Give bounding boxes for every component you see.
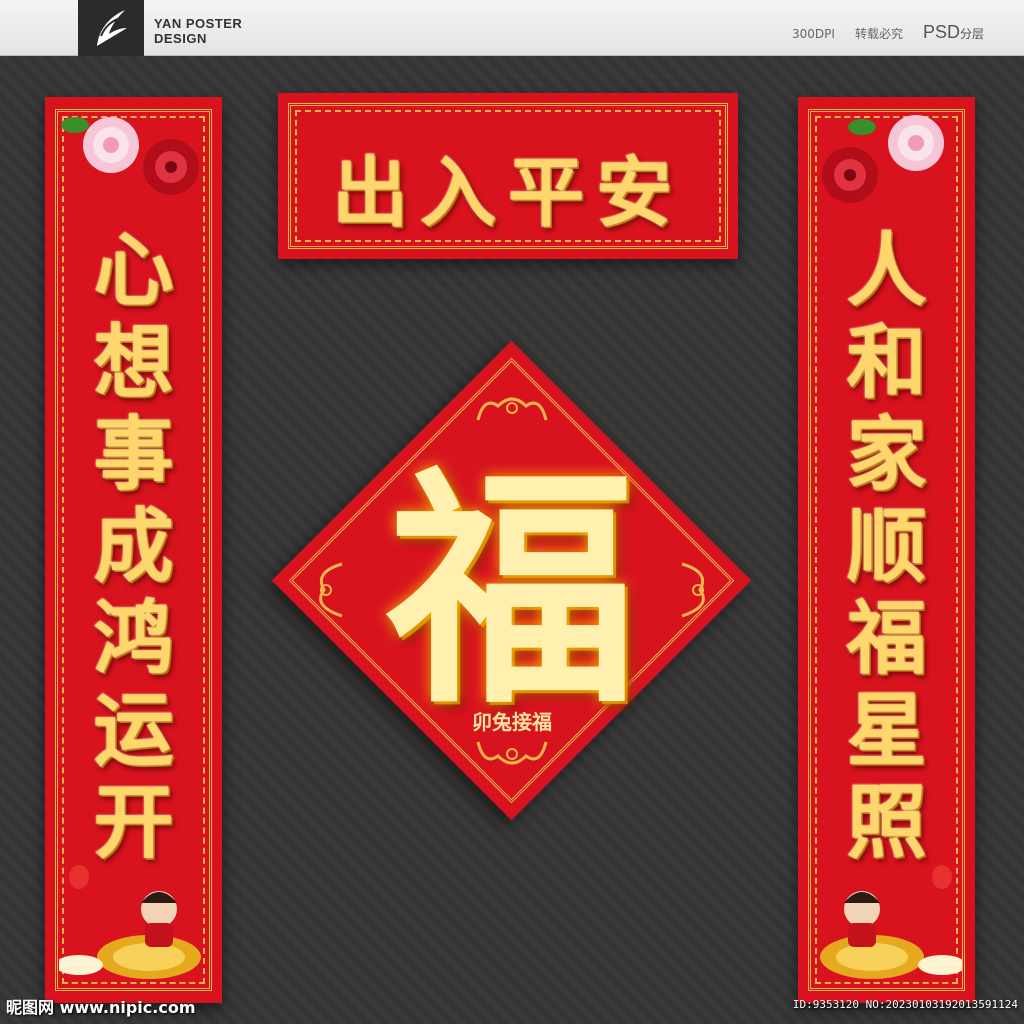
site-watermark: 昵图网 www.nipic.com [6, 998, 196, 1017]
right-couplet-text: 人 和 家 顺 福 星 照 [798, 227, 975, 866]
id-watermark: ID:9353120 NO:20230103192013591124 [792, 998, 1018, 1011]
child-on-carp-icon [59, 865, 201, 979]
cloud-ornament-icon [319, 562, 343, 618]
file-info: 300DPI 转载必究 PSD分层 [792, 22, 984, 43]
seal-text: 卯兔接福 [472, 710, 552, 734]
couplet-char: 家 [846, 407, 927, 501]
copyright-notice: 转载必究 [854, 27, 903, 41]
couplet-char: 开 [93, 775, 174, 869]
fu-character: 福 [387, 443, 637, 737]
brand-name-line1: YAN POSTER [154, 16, 243, 31]
cloud-ornament-icon [476, 741, 548, 765]
cloud-ornament-icon [476, 397, 548, 421]
couplet-char: 人 [846, 223, 927, 317]
peony-flower-icon [61, 117, 199, 195]
couplet-char: 运 [93, 683, 174, 777]
left-couplet: 心 想 事 成 鸿 运 开 [45, 97, 222, 1003]
right-couplet: 人 和 家 顺 福 星 照 [798, 97, 975, 1003]
couplet-char: 心 [93, 223, 174, 317]
horizontal-banner: 出入平安 [278, 93, 738, 259]
couplet-char: 星 [846, 683, 927, 777]
left-couplet-text: 心 想 事 成 鸿 运 开 [45, 227, 222, 866]
couplet-char: 和 [846, 315, 927, 409]
child-on-carp-icon [820, 865, 962, 979]
top-bar: YAN POSTER DESIGN 300DPI 转载必究 PSD分层 [0, 0, 1024, 56]
brand-name-line2: DESIGN [154, 31, 207, 46]
couplet-char: 事 [93, 407, 174, 501]
couplet-char: 想 [93, 315, 174, 409]
couplet-char: 鸿 [93, 591, 174, 685]
couplet-char: 照 [846, 775, 927, 869]
logo-mark [78, 0, 144, 56]
wing-logo-icon [97, 10, 127, 46]
dpi-label: 300DPI [792, 27, 835, 41]
peony-flower-icon [822, 115, 944, 203]
format-label: PSD分层 [922, 22, 984, 42]
banner-text: 出入平安 [332, 148, 684, 237]
cloud-ornament-icon [681, 562, 705, 618]
couplet-char: 福 [846, 591, 927, 685]
couplet-char: 成 [93, 499, 174, 593]
couplet-char: 顺 [846, 499, 927, 593]
